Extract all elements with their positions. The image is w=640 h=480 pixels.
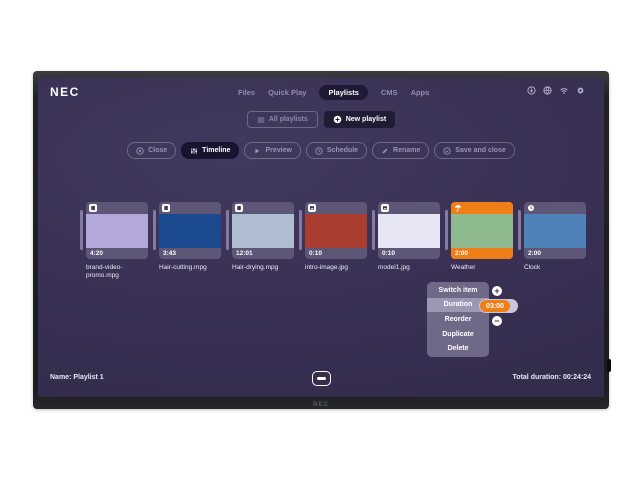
duration-value: 03:00	[480, 300, 510, 312]
thumbnail	[378, 214, 440, 248]
thumbnail	[305, 214, 367, 248]
drag-handle[interactable]	[80, 210, 83, 250]
nav-files[interactable]: Files	[238, 88, 255, 97]
all-playlists-button[interactable]: All playlists	[247, 111, 318, 128]
video-icon	[162, 204, 170, 212]
wifi-icon[interactable]	[559, 86, 569, 95]
check-circle-icon	[443, 147, 451, 155]
monitor-bezel: NEC Files Quick Play Playlists CMS Apps	[33, 71, 609, 409]
timeline-item: 3:43 Hair-cutting.mpg	[153, 202, 223, 281]
weather-umbrella-icon	[454, 204, 462, 212]
playlist-item-card[interactable]: 0:10	[378, 202, 440, 259]
clock-widget-icon	[527, 204, 535, 212]
menu-item-switch-item[interactable]: Switch item	[427, 283, 489, 298]
hamburger-icon	[257, 116, 265, 124]
duration-badge: 3:43	[163, 250, 176, 257]
duration-badge: 0:10	[309, 250, 322, 257]
duration-badge: 0:10	[382, 250, 395, 257]
duration-decrease-button[interactable]: −	[492, 316, 502, 326]
playlist-item-card[interactable]: 2:00	[524, 202, 586, 259]
duration-increase-button[interactable]: +	[492, 286, 502, 296]
arrow-down-circle-icon[interactable]	[527, 86, 536, 95]
plus-circle-icon	[333, 115, 342, 124]
timeline-item: 2:00 Clock	[518, 202, 588, 281]
schedule-button[interactable]: Schedule	[306, 142, 367, 159]
nav-playlists[interactable]: Playlists	[319, 85, 367, 100]
thumbnail	[86, 214, 148, 248]
timeline-sliders-icon	[190, 147, 198, 155]
thumbnail	[159, 214, 221, 248]
nav-quick-play[interactable]: Quick Play	[268, 88, 306, 97]
item-name: model1.jpg	[378, 264, 442, 272]
item-name: intro-image.jpg	[305, 264, 369, 272]
item-name: brand-video-promo.mpg	[86, 264, 150, 281]
playlist-item-card[interactable]: 0:10	[305, 202, 367, 259]
duration-badge: 4:20	[90, 250, 103, 257]
drag-handle[interactable]	[445, 210, 448, 250]
image-icon	[381, 204, 389, 212]
timeline-item: 0:10 intro-image.jpg	[299, 202, 369, 281]
video-icon	[89, 204, 97, 212]
timeline-item: 0:10 model1.jpg	[372, 202, 442, 281]
timeline-item: 12:01 Hair-drying.mpg	[226, 202, 296, 281]
gear-icon[interactable]	[576, 86, 585, 95]
status-icon-bar	[527, 86, 585, 95]
item-name: Hair-drying.mpg	[232, 264, 296, 272]
globe-icon[interactable]	[543, 86, 552, 95]
playlist-item-card[interactable]: 3:43	[159, 202, 221, 259]
drag-handle[interactable]	[299, 210, 302, 250]
drag-handle[interactable]	[372, 210, 375, 250]
nec-logo: NEC	[50, 85, 80, 99]
timeline-button[interactable]: Timeline	[181, 142, 239, 159]
clock-icon	[315, 147, 323, 155]
thumbnail	[451, 214, 513, 248]
menu-item-duplicate[interactable]: Duplicate	[427, 327, 489, 342]
timeline-strip: 4:20 brand-video-promo.mpg 3:43 Hair-cut…	[80, 202, 588, 281]
save-and-close-button[interactable]: Save and close	[434, 142, 515, 159]
drag-handle[interactable]	[226, 210, 229, 250]
thumbnail	[232, 214, 294, 248]
remote-bar-icon	[317, 377, 326, 381]
playlist-name-label: Name: Playlist 1	[50, 374, 104, 381]
item-name: Hair-cutting.mpg	[159, 264, 223, 272]
close-circle-icon	[136, 147, 144, 155]
duration-badge: 2:00	[528, 250, 541, 257]
duration-badge: 12:01	[236, 250, 253, 257]
top-nav: Files Quick Play Playlists CMS Apps	[238, 85, 429, 100]
screen: NEC Files Quick Play Playlists CMS Apps	[38, 78, 604, 397]
duration-badge: 2:00	[455, 250, 468, 257]
drag-handle[interactable]	[518, 210, 521, 250]
bezel-nec-logo: NEC	[313, 402, 329, 408]
play-icon	[253, 147, 261, 155]
item-context-menu: Switch item Duration Reorder Duplicate D…	[427, 282, 489, 357]
pencil-icon	[381, 147, 389, 155]
playlist-item-card[interactable]: 4:20	[86, 202, 148, 259]
duration-value-field[interactable]: 03:00	[479, 299, 518, 313]
item-name: Clock	[524, 264, 588, 272]
timeline-item: 4:20 brand-video-promo.mpg	[80, 202, 150, 281]
menu-item-delete[interactable]: Delete	[427, 341, 489, 356]
item-name: Weather	[451, 264, 515, 272]
video-icon	[235, 204, 243, 212]
remote-handle-button[interactable]	[312, 371, 331, 386]
new-playlist-button[interactable]: New playlist	[324, 111, 395, 128]
menu-item-reorder[interactable]: Reorder	[427, 312, 489, 327]
thumbnail	[524, 214, 586, 248]
total-duration-label: Total duration: 00:24:24	[513, 374, 591, 381]
nav-cms[interactable]: CMS	[381, 88, 398, 97]
jog-button[interactable]	[607, 359, 611, 372]
preview-button[interactable]: Preview	[244, 142, 300, 159]
rename-button[interactable]: Rename	[372, 142, 429, 159]
timeline-item: 2:00 Weather	[445, 202, 515, 281]
playlist-actions-row: All playlists New playlist	[38, 111, 604, 128]
playlist-item-card[interactable]: 12:01	[232, 202, 294, 259]
playlist-item-card-selected[interactable]: 2:00	[451, 202, 513, 259]
nav-apps[interactable]: Apps	[411, 88, 430, 97]
close-button[interactable]: Close	[127, 142, 176, 159]
timeline-toolbar: Close Timeline Preview Schedule Rename S…	[38, 142, 604, 159]
drag-handle[interactable]	[153, 210, 156, 250]
image-icon	[308, 204, 316, 212]
